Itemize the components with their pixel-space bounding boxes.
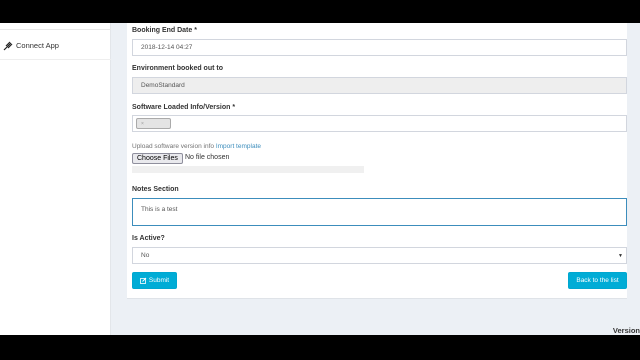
environment-input: DemoStandard [132,77,627,94]
software-tag[interactable]: × [136,118,171,129]
booking-end-date-label: Booking End Date * [132,27,197,34]
tag-remove-icon[interactable]: × [141,121,144,127]
submit-button[interactable]: Submit [132,272,177,289]
plug-icon [3,41,13,51]
sidebar: Connect App [0,23,111,335]
submit-label: Submit [148,277,170,284]
back-to-list-button[interactable]: Back to the list [568,272,627,289]
notes-textarea[interactable]: This is a test [132,198,627,226]
booking-end-date-input[interactable]: 2018-12-14 04:27 [132,39,627,56]
no-file-text: No file chosen [185,154,230,161]
software-multiselect[interactable]: × [132,115,627,132]
form-box: Booking End Date * 2018-12-14 04:27 Envi… [127,23,627,299]
upload-help-label: Upload software version info [132,143,215,150]
app-screen: Connect App Booking End Date * 2018-12-1… [0,23,640,335]
version-label: Version [612,326,640,335]
software-label: Software Loaded Info/Version * [132,104,236,111]
is-active-label: Is Active? [132,235,165,242]
sidebar-item-partial[interactable] [0,23,111,30]
upload-help-text: Upload software version info Import temp… [132,143,261,150]
upload-progress-bar [132,166,364,173]
notes-label: Notes Section [132,186,179,193]
edit-icon [139,277,147,284]
choose-files-button[interactable]: Choose Files [132,153,183,164]
chevron-down-icon: ▼ [618,253,623,259]
import-template-link[interactable]: Import template [216,143,261,150]
sidebar-item-connect-app[interactable]: Connect App [0,32,111,60]
main-content: Booking End Date * 2018-12-14 04:27 Envi… [111,23,640,335]
sidebar-item-label: Connect App [16,41,59,50]
is-active-select[interactable]: No ▼ [132,247,627,264]
is-active-value: No [141,252,150,259]
environment-label: Environment booked out to [132,65,223,72]
